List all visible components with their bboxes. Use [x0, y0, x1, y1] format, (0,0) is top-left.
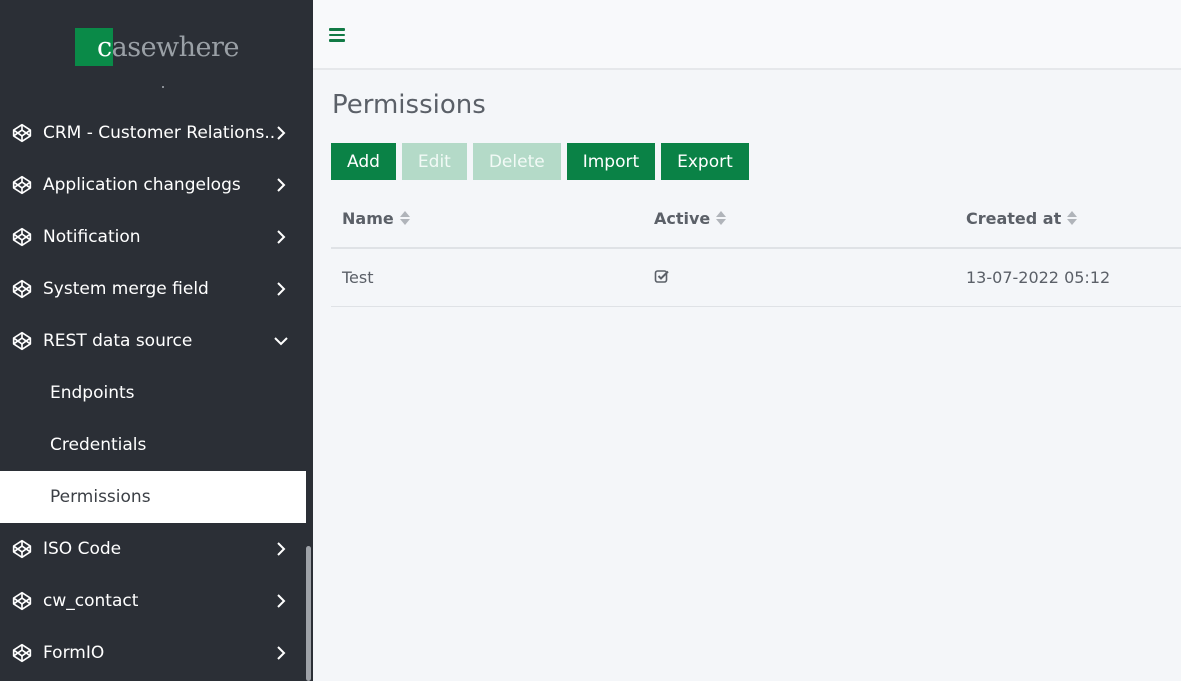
cell-active	[643, 268, 955, 288]
logo-mark: casewhere	[75, 28, 239, 66]
export-button[interactable]: Export	[661, 143, 749, 180]
sort-icon	[716, 211, 727, 225]
codepen-icon	[11, 590, 33, 612]
delete-button[interactable]: Delete	[472, 143, 561, 180]
sidebar-item-system-merge-field[interactable]: System merge field	[0, 263, 306, 315]
chevron-right-icon	[274, 178, 288, 192]
column-header-active[interactable]: Active	[643, 209, 955, 228]
chevron-down-icon	[274, 334, 288, 348]
logo-text: casewhere	[97, 32, 239, 63]
checked-checkbox-icon	[654, 269, 670, 288]
codepen-icon	[11, 174, 33, 196]
column-header-label: Active	[654, 208, 711, 228]
sidebar-item-cw-contact[interactable]: cw_contact	[0, 575, 306, 627]
chevron-right-icon	[274, 126, 288, 140]
codepen-icon	[11, 122, 33, 144]
add-button[interactable]: Add	[331, 143, 396, 180]
sidebar-subitem-credentials[interactable]: Credentials	[0, 419, 306, 471]
toolbar: Add Edit Delete Import Export	[331, 143, 749, 180]
sidebar-subitem-label: Permissions	[50, 487, 151, 507]
column-header-created-at[interactable]: Created at	[955, 209, 1181, 228]
sidebar-subitem-label: Credentials	[50, 435, 147, 455]
cell-name: Test	[342, 268, 374, 287]
sidebar-item-label: System merge field	[43, 279, 209, 299]
cell-created-at: 13-07-2022 05:12	[966, 268, 1111, 287]
page-title: Permissions	[332, 90, 486, 120]
hamburger-icon[interactable]	[329, 28, 345, 42]
chevron-right-icon	[274, 282, 288, 296]
column-header-name[interactable]: Name	[331, 209, 643, 228]
codepen-icon	[11, 278, 33, 300]
sort-icon	[1067, 211, 1078, 225]
column-header-label: Name	[342, 208, 394, 228]
chevron-right-icon	[274, 230, 288, 244]
sidebar-item-application-changelogs[interactable]: Application changelogs	[0, 159, 306, 211]
edit-button[interactable]: Edit	[401, 143, 467, 180]
divider-dot	[162, 86, 164, 88]
sidebar-item-label: cw_contact	[43, 591, 139, 611]
sidebar-subitem-permissions[interactable]: Permissions	[0, 471, 306, 523]
sidebar-item-crm[interactable]: CRM - Customer Relations...	[0, 107, 306, 159]
permissions-table: Name Active Created at Test 13-07-2022 0…	[331, 189, 1181, 307]
sidebar-item-label: FormIO	[43, 643, 105, 663]
sidebar-item-label: ISO Code	[43, 539, 122, 559]
codepen-icon	[11, 226, 33, 248]
codepen-icon	[11, 642, 33, 664]
sidebar-subitem-endpoints[interactable]: Endpoints	[0, 367, 306, 419]
chevron-right-icon	[274, 594, 288, 608]
sidebar-nav: CRM - Customer Relations... Application …	[0, 107, 306, 679]
sort-icon	[399, 211, 410, 225]
sidebar-item-iso-code[interactable]: ISO Code	[0, 523, 306, 575]
import-button[interactable]: Import	[566, 143, 656, 180]
casewhere-logo[interactable]: casewhere	[75, 27, 239, 67]
chevron-right-icon	[274, 542, 288, 556]
logo-text-c: c	[97, 32, 112, 63]
codepen-icon	[11, 538, 33, 560]
codepen-icon	[11, 330, 33, 352]
table-header: Name Active Created at	[331, 189, 1181, 249]
sidebar-item-rest-data-source[interactable]: REST data source	[0, 315, 306, 367]
sidebar-item-label: CRM - Customer Relations...	[43, 123, 274, 143]
sidebar-item-label: Application changelogs	[43, 175, 241, 195]
sidebar: casewhere CRM - Customer Relations... Ap…	[0, 0, 313, 681]
sidebar-subitem-label: Endpoints	[50, 383, 135, 403]
main-content: Permissions Add Edit Delete Import Expor…	[313, 70, 1181, 681]
sidebar-item-label: REST data source	[43, 331, 193, 351]
top-header	[313, 0, 1181, 70]
logo-text-rest: asewhere	[111, 32, 240, 63]
sidebar-item-formio[interactable]: FormIO	[0, 627, 306, 679]
table-row[interactable]: Test 13-07-2022 05:12	[331, 249, 1181, 307]
sidebar-item-label: Notification	[43, 227, 141, 247]
chevron-right-icon	[274, 646, 288, 660]
sidebar-item-notification[interactable]: Notification	[0, 211, 306, 263]
sidebar-scrollbar[interactable]	[306, 546, 311, 681]
column-header-label: Created at	[966, 208, 1062, 228]
